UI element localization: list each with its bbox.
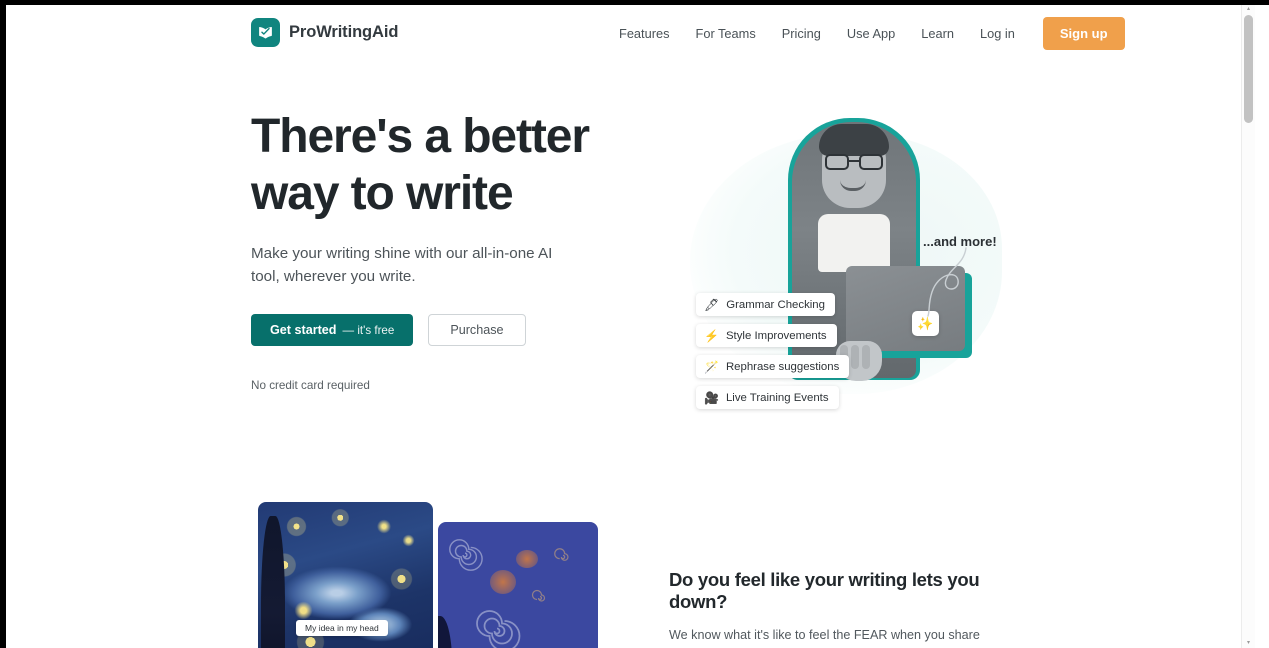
- hero-section: There's a better way to write Make your …: [6, 61, 1255, 491]
- prowritingaid-logo-icon: [251, 18, 280, 47]
- section-title: Do you feel like your writing lets you d…: [669, 569, 980, 612]
- get-started-label: Get started: [270, 323, 337, 337]
- feature-pill-label: Live Training Events: [725, 391, 829, 404]
- feather-pen-icon: 🖋: [704, 297, 720, 312]
- sign-up-button[interactable]: Sign up: [1042, 16, 1125, 50]
- get-started-suffix: — it's free: [342, 323, 395, 337]
- idea-in-my-head-label: My idea in my head: [296, 620, 388, 636]
- section-body: We know what it's like to feel the FEAR …: [669, 628, 980, 642]
- starry-night-illustration: My idea in my head: [258, 502, 433, 648]
- magic-wand-icon: 🪄: [704, 359, 719, 374]
- primary-navigation: Features For Teams Pricing Use App Learn…: [606, 5, 1125, 61]
- nav-item-pricing[interactable]: Pricing: [769, 20, 834, 47]
- feature-pill-live-training-events: 🎥 Live Training Events: [696, 386, 839, 409]
- person-hair: [819, 124, 889, 156]
- simplified-painting-panel: [438, 522, 598, 648]
- nav-item-for-teams[interactable]: For Teams: [683, 20, 769, 47]
- scroll-down-arrow-icon[interactable]: ▾: [1242, 639, 1255, 648]
- lightning-bolt-icon: ⚡: [704, 328, 719, 343]
- nav-item-features[interactable]: Features: [606, 20, 683, 47]
- spiral-doodle-icon: [531, 589, 546, 602]
- writing-lets-you-down-section: My idea in my head Do you feel like your…: [6, 491, 1255, 648]
- cypress-tree-mini: [438, 616, 452, 648]
- scrollbar-thumb[interactable]: [1244, 15, 1253, 123]
- cypress-tree: [261, 516, 285, 648]
- spiral-doodle-icon: [554, 548, 569, 561]
- nav-item-learn[interactable]: Learn: [908, 20, 967, 47]
- movie-camera-icon: 🎥: [704, 390, 719, 405]
- page-title: There's a better way to write: [251, 108, 631, 222]
- get-started-button[interactable]: Get started — it's free: [251, 314, 414, 346]
- hero-illustration: 🖋 Grammar Checking ⚡ Style Improvements …: [668, 116, 1018, 446]
- hero-title-line-1: There's a better: [251, 110, 590, 163]
- hero-title-line-2: way to write: [251, 167, 514, 220]
- feature-pill-style-improvements: ⚡ Style Improvements: [696, 324, 837, 347]
- nav-item-use-app[interactable]: Use App: [834, 20, 908, 47]
- orange-star-blob: [516, 550, 538, 568]
- brand-logo-link[interactable]: ProWritingAid: [251, 18, 398, 47]
- spiral-doodle-icon: [449, 539, 483, 571]
- feature-pill-rephrase-suggestions: 🪄 Rephrase suggestions: [696, 355, 850, 378]
- feature-pill-grammar-checking: 🖋 Grammar Checking: [696, 293, 835, 316]
- and-more-label: ...and more!: [923, 234, 997, 249]
- vertical-scrollbar[interactable]: ▴ ▾: [1241, 5, 1255, 648]
- site-header: ProWritingAid Features For Teams Pricing…: [6, 5, 1255, 61]
- scroll-up-arrow-icon[interactable]: ▴: [1242, 5, 1255, 14]
- person-shirt: [818, 214, 890, 272]
- feature-pill-label: Style Improvements: [725, 329, 827, 342]
- browser-viewport: ProWritingAid Features For Teams Pricing…: [6, 5, 1269, 648]
- nav-item-log-in[interactable]: Log in: [967, 20, 1028, 47]
- spiral-doodle-icon: [476, 610, 521, 648]
- squiggle-connector-icon: [927, 247, 967, 317]
- orange-star-blob: [490, 570, 516, 594]
- hero-subtitle: Make your writing shine with our all-in-…: [251, 245, 553, 285]
- webpage: ProWritingAid Features For Teams Pricing…: [6, 5, 1255, 648]
- no-credit-card-note: No credit card required: [251, 379, 370, 392]
- feature-pill-label: Grammar Checking: [726, 298, 825, 311]
- brand-name: ProWritingAid: [289, 23, 399, 41]
- hero-actions: Get started — it's free Purchase: [251, 314, 631, 346]
- feature-pill-label: Rephrase suggestions: [725, 360, 840, 373]
- hero-copy: There's a better way to write Make your …: [251, 108, 631, 392]
- lower-copy: Do you feel like your writing lets you d…: [669, 569, 1019, 648]
- purchase-button[interactable]: Purchase: [428, 314, 526, 346]
- glasses-icon: [825, 154, 883, 170]
